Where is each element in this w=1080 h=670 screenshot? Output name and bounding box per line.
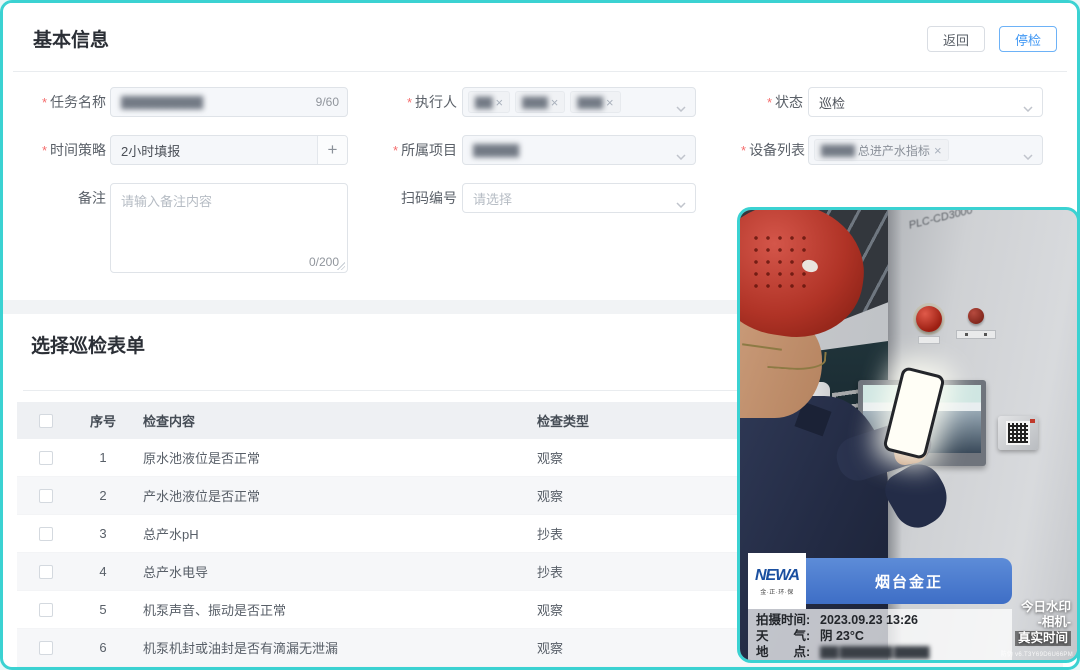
- select-all-checkbox[interactable]: [39, 414, 53, 428]
- row-content: 机泵声音、振动是否正常: [131, 600, 537, 619]
- chevron-down-icon: [676, 196, 686, 211]
- row-no: 5: [75, 602, 131, 617]
- newa-logo-subtext: 金·正·环·保: [760, 587, 794, 596]
- status-select[interactable]: 巡检: [808, 87, 1043, 117]
- remark-placeholder: 请输入备注内容: [111, 184, 347, 217]
- shoot-time-value: 2023.09.23 13:26: [820, 613, 918, 627]
- remark-textarea[interactable]: 请输入备注内容 0/200: [110, 183, 348, 273]
- task-name-label: *任务名称: [22, 87, 106, 118]
- time-strategy-input[interactable]: 2小时填报 +: [110, 135, 348, 165]
- header-content: 检查内容: [131, 411, 537, 430]
- shoot-time-label: 拍摄时间:: [756, 612, 820, 628]
- task-name-value: ▇▇▇▇▇▇▇▇▇: [111, 94, 212, 110]
- scan-code-select[interactable]: 请选择: [462, 183, 696, 213]
- page: 基本信息 返回 停检 *任务名称 ▇▇▇▇▇▇▇▇▇ 9/60 *执行人 ▇: [0, 0, 1080, 670]
- qr-code-plate: [998, 416, 1038, 450]
- time-strategy-value: 2小时填报: [111, 141, 317, 160]
- remove-tag-icon[interactable]: ×: [495, 96, 503, 109]
- row-content: 机泵机封或油封是否有滴漏无泄漏: [131, 638, 537, 657]
- row-no: 1: [75, 450, 131, 465]
- remark-counter: 0/200: [309, 255, 339, 269]
- row-content: 原水池液位是否正常: [131, 448, 537, 467]
- row-checkbox[interactable]: [39, 565, 53, 579]
- executors-select[interactable]: ▇▇× ▇▇▇× ▇▇▇×: [462, 87, 696, 117]
- remove-tag-icon[interactable]: ×: [934, 144, 942, 157]
- row-content: 产水池液位是否正常: [131, 486, 537, 505]
- device-list-select[interactable]: ▇▇▇▇总进产水指标×: [808, 135, 1043, 165]
- watermark-info-panel: 拍摄时间:2023.09.23 13:26 天 气:阴 23°C 地 点:▇▇ …: [748, 609, 1012, 661]
- emergency-stop-button: [916, 306, 942, 332]
- red-indicator-knob: [968, 308, 984, 324]
- device-tag: ▇▇▇▇总进产水指标×: [814, 139, 949, 161]
- project-value: ▇▇▇▇▇: [463, 142, 528, 158]
- chevron-down-icon: [676, 100, 686, 115]
- location-value: ▇▇ ▇▇▇▇▇▇ ▇▇▇▇: [820, 645, 928, 659]
- remove-tag-icon[interactable]: ×: [551, 96, 559, 109]
- scan-code-label: 扫码编号: [393, 183, 457, 213]
- row-no: 6: [75, 640, 131, 655]
- header-no: 序号: [75, 411, 131, 430]
- row-checkbox[interactable]: [39, 603, 53, 617]
- weather-label: 天 气:: [756, 628, 820, 644]
- estop-label-plate: [918, 336, 940, 344]
- executor-tag: ▇▇×: [468, 91, 510, 113]
- remark-label: 备注: [22, 183, 106, 213]
- today-watermark-line: -相机-: [1015, 615, 1071, 630]
- site-photo: PLC-CD3000 NEWA 金·正·环·保 烟台金正 拍摄时间:2023.0…: [737, 207, 1080, 663]
- remove-tag-icon[interactable]: ×: [606, 96, 614, 109]
- newa-logo: NEWA 金·正·环·保: [748, 553, 806, 609]
- page-title: 基本信息: [33, 25, 109, 52]
- row-checkbox[interactable]: [39, 641, 53, 655]
- chevron-down-icon: [676, 148, 686, 163]
- today-watermark-line: 今日水印: [1015, 600, 1071, 615]
- task-name-input[interactable]: ▇▇▇▇▇▇▇▇▇ 9/60: [110, 87, 348, 117]
- scan-code-placeholder: 请选择: [463, 189, 522, 208]
- executor-tag: ▇▇▇×: [515, 91, 565, 113]
- row-no: 2: [75, 488, 131, 503]
- add-time-strategy-button[interactable]: +: [317, 136, 347, 164]
- row-checkbox[interactable]: [39, 451, 53, 465]
- project-select[interactable]: ▇▇▇▇▇: [462, 135, 696, 165]
- back-button[interactable]: 返回: [927, 26, 985, 52]
- weather-value: 阴 23°C: [820, 629, 864, 643]
- executor-tag: ▇▇▇×: [570, 91, 620, 113]
- qr-code: [1008, 423, 1028, 443]
- row-no: 4: [75, 564, 131, 579]
- device-list-label: *设备列表: [741, 135, 803, 166]
- watermark-title: 烟台金正: [875, 571, 943, 592]
- watermark-title-bar: 烟台金正: [806, 558, 1012, 604]
- today-watermark-line: 真实时间: [1015, 631, 1071, 646]
- resize-grip[interactable]: [337, 262, 345, 270]
- row-content: 总产水电导: [131, 562, 537, 581]
- task-name-counter: 9/60: [316, 88, 339, 116]
- chevron-down-icon: [1023, 100, 1033, 115]
- row-no: 3: [75, 526, 131, 541]
- newa-logo-text: NEWA: [755, 567, 799, 585]
- section-title: 选择巡检表单: [31, 331, 145, 358]
- row-content: 总产水pH: [131, 524, 537, 543]
- status-label: *状态: [741, 87, 803, 118]
- qr-red-mark: [1030, 419, 1035, 423]
- today-watermark: 今日水印 -相机- 真实时间: [1015, 600, 1071, 646]
- indicator-plate: [956, 330, 996, 339]
- time-strategy-label: *时间策略: [22, 135, 106, 166]
- helmet-vent-holes: [750, 232, 810, 292]
- stop-inspection-button[interactable]: 停检: [999, 26, 1057, 52]
- row-checkbox[interactable]: [39, 527, 53, 541]
- row-checkbox[interactable]: [39, 489, 53, 503]
- executors-label: *执行人: [393, 87, 457, 118]
- anti-fake-code: 防伪 v6.T3Y69D6U66PM: [1001, 649, 1073, 658]
- chevron-down-icon: [1023, 148, 1033, 163]
- status-value: 巡检: [809, 93, 855, 112]
- location-label: 地 点:: [756, 644, 820, 660]
- project-label: *所属项目: [393, 135, 457, 166]
